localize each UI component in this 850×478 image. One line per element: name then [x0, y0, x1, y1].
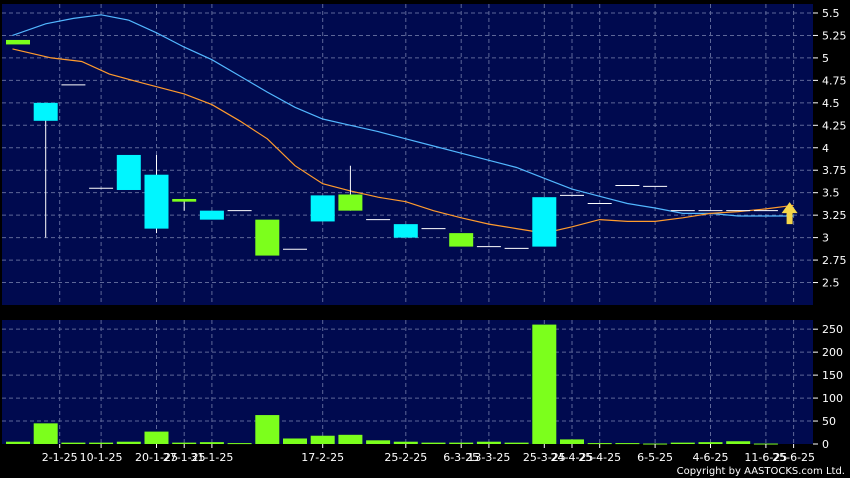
volume-tick-label: 50 [822, 415, 836, 428]
candle-body [255, 219, 280, 256]
stock-chart: 5.55.2554.754.54.2543.753.53.2532.752.5 … [2, 4, 847, 477]
volume-axis: 250 200 150 100 50 0 [813, 323, 843, 451]
price-tick-label: 5 [822, 52, 829, 65]
date-tick-label: 25-6-25 [772, 451, 815, 464]
volume-bar [144, 431, 169, 444]
candle [449, 233, 474, 247]
candle-body [393, 224, 418, 238]
price-tick-label: 5.25 [822, 29, 847, 42]
candle-body [172, 198, 197, 202]
volume-bar [366, 440, 391, 444]
volume-bar [172, 442, 197, 444]
price-tick-label: 4.75 [822, 74, 847, 87]
volume-tick-label: 0 [822, 438, 829, 451]
candle-body [116, 154, 141, 190]
price-tick-label: 3.75 [822, 164, 847, 177]
volume-bar [504, 442, 529, 444]
volume-panel [2, 320, 813, 444]
volume-bar [227, 443, 252, 445]
price-tick-label: 3.5 [822, 187, 840, 200]
copyright-text: Copyright by AASTOCKS.com Ltd. [677, 466, 845, 477]
date-tick-label: 31-1-25 [190, 451, 233, 464]
volume-tick-label: 100 [822, 392, 843, 405]
candle [116, 154, 141, 190]
volume-bar [255, 415, 280, 444]
volume-bar [532, 324, 557, 444]
volume-bar [560, 439, 584, 444]
volume-bar [670, 442, 695, 444]
price-tick-label: 3 [822, 232, 829, 245]
candle [255, 219, 280, 256]
volume-bar [310, 435, 335, 444]
candle-body [532, 197, 557, 247]
volume-bar [393, 441, 418, 444]
candle [6, 39, 30, 45]
price-tick-label: 4 [822, 142, 829, 155]
candle-body [144, 174, 169, 229]
price-tick-label: 5.5 [822, 7, 840, 20]
price-tick-label: 3.25 [822, 209, 847, 222]
volume-bar [449, 442, 474, 444]
price-tick-label: 2.75 [822, 254, 847, 267]
volume-bar [6, 441, 30, 444]
volume-bar [587, 443, 612, 445]
price-tick-label: 4.25 [822, 119, 847, 132]
volume-bar [726, 441, 751, 444]
volume-bar [283, 438, 307, 444]
date-tick-label: 17-2-25 [301, 451, 344, 464]
volume-bar [698, 442, 723, 444]
price-tick-label: 4.5 [822, 97, 840, 110]
candle-body [199, 210, 224, 220]
candle-body [310, 195, 335, 222]
volume-tick-label: 200 [822, 346, 843, 359]
date-tick-label: 25-4-25 [578, 451, 621, 464]
candle-body [33, 102, 58, 121]
date-tick-label: 6-5-25 [637, 451, 673, 464]
volume-bar [615, 443, 640, 445]
date-tick-label: 25-2-25 [384, 451, 427, 464]
candle [532, 197, 557, 247]
volume-bar [116, 441, 141, 444]
volume-bar [199, 442, 224, 444]
volume-bar [61, 442, 86, 444]
date-tick-label: 13-3-25 [467, 451, 510, 464]
candle-body [338, 194, 363, 211]
candle [310, 195, 335, 222]
volume-bar [33, 423, 58, 444]
volume-bar [338, 434, 363, 444]
candle-body [6, 39, 30, 45]
volume-tick-label: 150 [822, 369, 843, 382]
price-axis: 5.5 5.25 5 4.75 4.5 4.25 4 3.75 3.5 3.25 3 2.75 2.5 [813, 7, 847, 290]
date-tick-label: 4-6-25 [693, 451, 729, 464]
volume-bar [476, 441, 501, 444]
candle-body [449, 233, 474, 247]
price-tick-label: 2.5 [822, 277, 840, 290]
candle [199, 210, 224, 220]
volume-tick-label: 250 [822, 323, 843, 336]
candle [393, 224, 418, 238]
date-axis: 2-1-25 10-1-25 20-1-2527-1-2531-1-25 17-2-2… [42, 444, 815, 464]
volume-bar [421, 442, 446, 444]
date-tick-label: 2-1-25 [42, 451, 78, 464]
date-tick-label: 10-1-25 [80, 451, 123, 464]
volume-bar [89, 442, 114, 444]
